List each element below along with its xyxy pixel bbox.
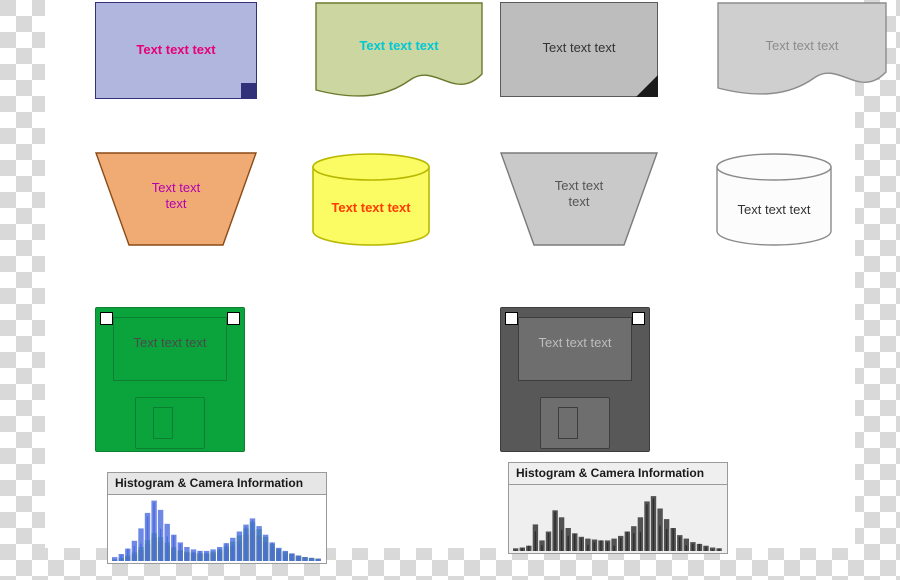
floppy-green-slot (153, 407, 173, 439)
shape-document-gray[interactable]: Text text text (500, 2, 658, 97)
histogram-panel-mono[interactable]: Histogram & Camera Information (508, 462, 728, 554)
histogram-panel-color[interactable]: Histogram & Camera Information (107, 472, 327, 564)
trapezoid-gray-path (500, 152, 658, 246)
floppy-gray-shutter (518, 317, 632, 381)
shape-trapezoid-orange[interactable]: Text text text (95, 152, 257, 246)
shape-trapezoid-gray[interactable]: Text text text (500, 152, 658, 246)
floppy-green-shutter (113, 317, 227, 381)
shape-document-blue[interactable]: Text text text (95, 2, 257, 99)
histogram-mono-chart (513, 496, 722, 551)
shape-floppy-disk-green[interactable]: Text text text (95, 307, 245, 452)
document-lightgray-wave-path (717, 2, 887, 95)
document-gray-corner (636, 75, 658, 97)
floppy-gray-top-right-square-icon (632, 312, 645, 325)
histogram-panel-mono-plot (513, 489, 723, 551)
shape-document-lightgray-wave[interactable]: Text text text (717, 2, 887, 99)
trapezoid-orange-path (95, 152, 257, 246)
floppy-green-top-right-square-icon (227, 312, 240, 325)
shape-cylinder-white[interactable]: Text text text (715, 152, 833, 246)
histogram-color-chart (112, 500, 321, 561)
floppy-green-top-left-square-icon (100, 312, 113, 325)
histogram-panel-color-plot (112, 499, 322, 561)
document-gray-body (500, 2, 658, 97)
cylinder-yellow-path (312, 153, 430, 246)
document-blue-corner (241, 83, 257, 99)
document-green-wave-path (315, 2, 483, 97)
shape-cylinder-yellow[interactable]: Text text text (311, 152, 431, 246)
document-blue-body (95, 2, 257, 99)
shape-floppy-disk-gray[interactable]: Text text text (500, 307, 650, 452)
histogram-panel-color-title: Histogram & Camera Information (108, 473, 326, 495)
histogram-panel-mono-title: Histogram & Camera Information (509, 463, 727, 485)
cylinder-white-path (716, 153, 832, 246)
floppy-gray-slot (558, 407, 578, 439)
shape-document-green-wave[interactable]: Text text text (315, 2, 483, 99)
diagram-canvas: Text text text Text text text Text text … (45, 0, 887, 564)
floppy-gray-top-left-square-icon (505, 312, 518, 325)
